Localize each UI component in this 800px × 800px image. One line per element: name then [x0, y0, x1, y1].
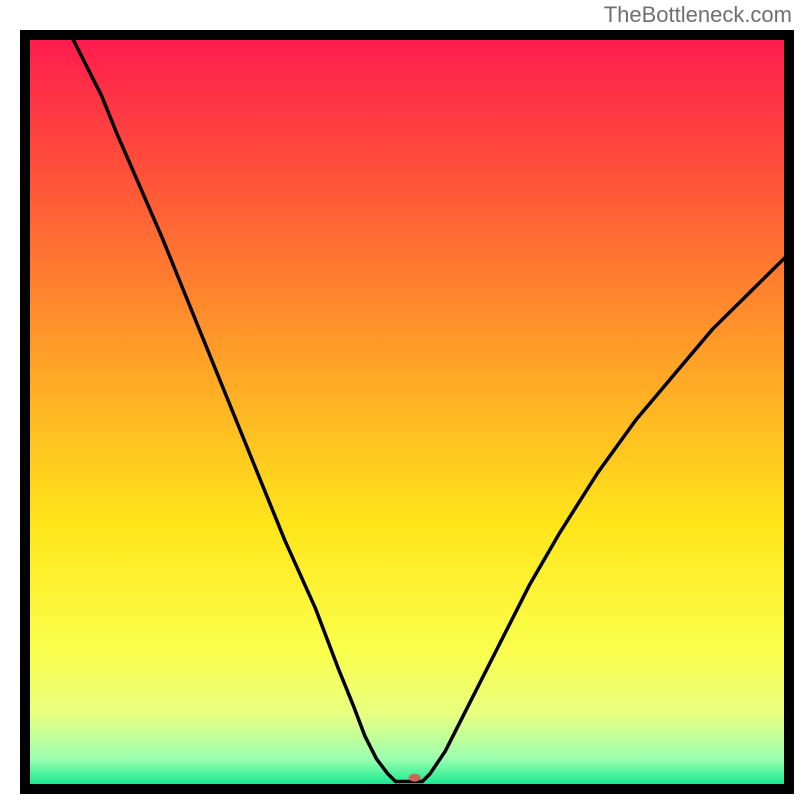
bottleneck-chart: TheBottleneck.com: [0, 0, 800, 800]
optimal-point-marker: [409, 774, 421, 782]
plot-background: [25, 35, 789, 789]
watermark-text: TheBottleneck.com: [604, 2, 792, 28]
chart-svg: [0, 0, 800, 800]
